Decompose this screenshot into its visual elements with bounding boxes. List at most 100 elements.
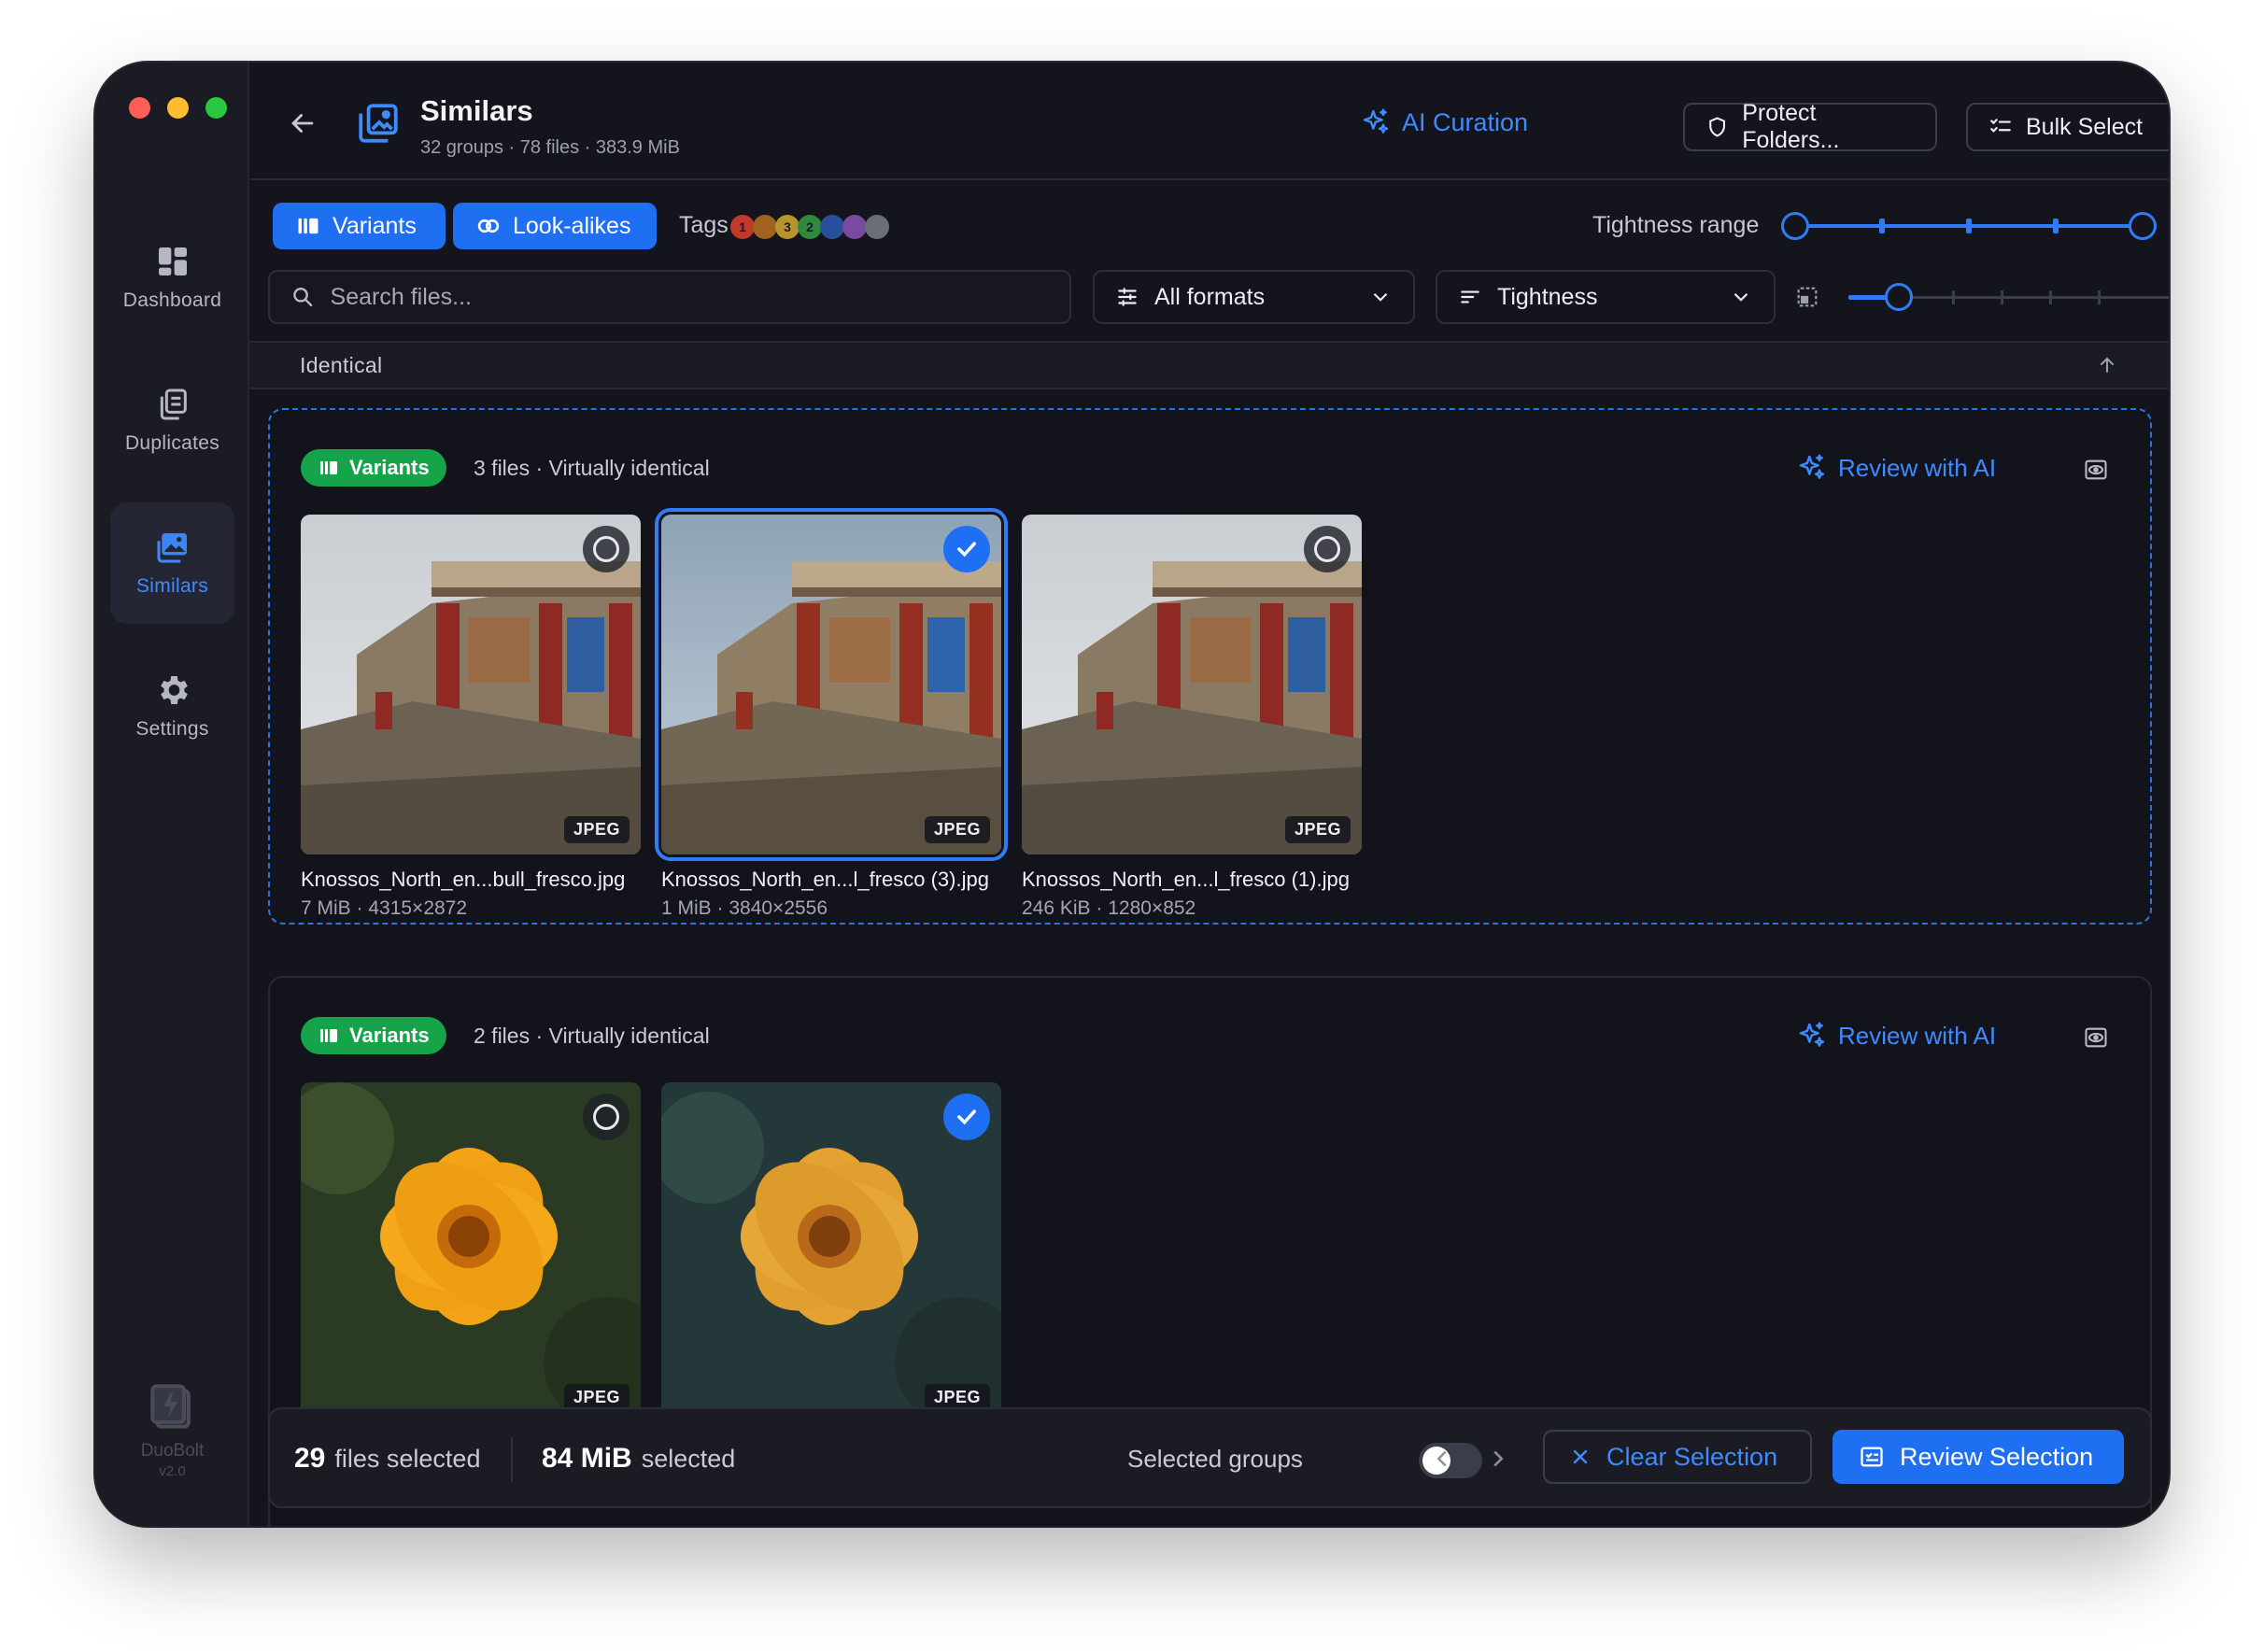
photo-knossos: JPEG (1022, 515, 1362, 854)
file-meta: 246 KiB · 1280×852 (1022, 897, 1196, 919)
arrow-up-icon[interactable] (2096, 354, 2118, 376)
preview-icon[interactable] (2083, 457, 2109, 483)
zoom-tick (2098, 290, 2101, 304)
select-checkbox[interactable] (583, 1094, 630, 1140)
lookalikes-filter-button[interactable]: Look-alikes (453, 203, 657, 249)
file-thumbnail[interactable]: JPEG Knossos_North_en...l_fresco (3).jpg… (655, 508, 1008, 920)
file-thumbnail[interactable]: JPEG Knossos_North_en...l_fresco (1).jpg… (1022, 515, 1362, 920)
tag-color-6[interactable] (842, 215, 867, 239)
bulk-select-label: Bulk Select (2026, 113, 2144, 140)
protect-folders-button[interactable]: Protect Folders... (1683, 100, 1937, 153)
thumbnail-size-handle[interactable] (1885, 283, 1913, 311)
page-subtitle: 32 groups · 78 files · 383.9 MiB (420, 137, 680, 158)
app-brand: DuoBolt v2.0 (95, 1379, 249, 1479)
review-selection-label: Review Selection (1900, 1442, 2094, 1471)
protect-folders-label: Protect Folders... (1742, 100, 1840, 153)
sidebar-item-settings[interactable]: Settings (110, 645, 234, 767)
selection-bar: 29 files selected 84 MiB selected Selected… (268, 1407, 2152, 1508)
format-badge: JPEG (1284, 816, 1351, 843)
zoom-out-icon[interactable] (1794, 284, 1820, 310)
sidebar-item-dashboard[interactable]: Dashboard (110, 217, 234, 338)
file-name: Knossos_North_en...l_fresco (3).jpg (661, 868, 989, 891)
filter-sliders-icon (1118, 288, 1137, 306)
select-checkbox[interactable] (1304, 526, 1351, 572)
maximize-window-button[interactable] (205, 97, 227, 119)
group-badge-label: Variants (349, 456, 430, 479)
sidebar-item-duplicates[interactable]: Duplicates (110, 360, 234, 481)
chevron-down-icon (1373, 292, 1388, 302)
zoom-tick (1952, 290, 1955, 304)
divider (511, 1437, 513, 1482)
tag-color-4[interactable]: 2 (798, 215, 822, 239)
tag-color-7[interactable] (865, 215, 889, 239)
chevron-right-icon[interactable] (1484, 1445, 1512, 1473)
selected-files-count: 29 files selected (294, 1443, 480, 1475)
main-content: Similars 32 groups · 78 files · 383.9 Mi… (249, 63, 2169, 1526)
tightness-range-label: Tightness range (1592, 212, 1760, 238)
tag-color-1[interactable]: 1 (730, 215, 755, 239)
zoom-tick (2001, 290, 2003, 304)
range-tick (1966, 219, 1972, 233)
ai-curation-label: AI Curation (1402, 107, 1529, 136)
chevron-left-icon[interactable] (1428, 1445, 1456, 1473)
checklist-icon (1990, 119, 2011, 133)
review-selection-button[interactable]: Review Selection (1832, 1430, 2124, 1484)
close-window-button[interactable] (129, 97, 150, 119)
section-header-identical[interactable]: Identical (249, 341, 2169, 389)
tag-color-3[interactable]: 3 (775, 215, 799, 239)
shield-icon (1709, 117, 1726, 137)
photo-knossos: JPEG (301, 515, 641, 854)
ai-curation-button[interactable]: AI Curation (1361, 107, 1528, 137)
search-icon (293, 287, 313, 307)
file-meta: 1 MiB · 3840×2556 (661, 897, 828, 919)
select-checkbox[interactable] (943, 526, 990, 572)
back-arrow-icon[interactable] (287, 107, 318, 139)
review-with-ai-button[interactable]: Review with AI (1797, 453, 1996, 483)
sparkle-icon (1799, 1022, 1825, 1047)
photo-knossos: JPEG (655, 508, 1008, 861)
select-checkbox[interactable] (583, 526, 630, 572)
tag-color-5[interactable] (820, 215, 844, 239)
file-name: Knossos_North_en...bull_fresco.jpg (301, 868, 626, 891)
tightness-range-max-handle[interactable] (2129, 212, 2157, 240)
clear-selection-label: Clear Selection (1606, 1442, 1778, 1471)
lookalikes-icon (477, 219, 500, 233)
files-count-value: 29 (294, 1443, 326, 1474)
sparkle-icon (1799, 454, 1825, 479)
sidebar-item-similars[interactable]: Similars (110, 502, 234, 624)
review-list-icon (1861, 1447, 1883, 1467)
group-badge-label: Variants (349, 1024, 430, 1047)
file-thumbnail[interactable]: JPEG Knossos_North_en...bull_fresco.jpg … (301, 515, 641, 920)
photo-flower: JPEG (301, 1082, 641, 1422)
select-checkbox[interactable] (943, 1094, 990, 1140)
header: Similars 32 groups · 78 files · 383.9 Mi… (249, 63, 2169, 180)
format-badge: JPEG (924, 816, 990, 843)
similars-icon (157, 533, 187, 563)
close-icon (1573, 1449, 1588, 1464)
bulk-select-dropdown[interactable]: Bulk Select (1966, 103, 2169, 151)
variants-filter-button[interactable]: Variants (273, 203, 446, 249)
preview-icon[interactable] (2083, 1024, 2109, 1051)
formats-dropdown-label: All formats (1154, 283, 1266, 310)
review-with-ai-label: Review with AI (1838, 1021, 1997, 1050)
tightness-range-min-handle[interactable] (1781, 212, 1809, 240)
review-with-ai-button[interactable]: Review with AI (1797, 1021, 1996, 1051)
formats-dropdown[interactable]: All formats (1093, 270, 1415, 324)
file-thumbnail[interactable]: JPEG (661, 1082, 1001, 1422)
app-window: Dashboard Duplicates Similars Settings D… (95, 63, 2169, 1526)
minimize-window-button[interactable] (167, 97, 189, 119)
tags-label: Tags (679, 212, 729, 238)
sort-dropdown[interactable]: Tightness (1436, 270, 1776, 324)
tag-color-2[interactable] (753, 215, 777, 239)
group-info: 2 files · Virtually identical (474, 1024, 710, 1048)
page-title: Similars (420, 94, 533, 127)
sort-icon (1461, 290, 1479, 304)
search-input[interactable] (330, 283, 1049, 311)
clear-selection-button[interactable]: Clear Selection (1543, 1430, 1812, 1484)
sidebar: Dashboard Duplicates Similars Settings D… (95, 63, 249, 1526)
selected-size: 84 MiB selected (542, 1443, 735, 1475)
file-thumbnail[interactable]: JPEG (301, 1082, 641, 1422)
photo-flower: JPEG (661, 1082, 1001, 1422)
duplicates-icon (160, 388, 187, 420)
dashboard-icon (158, 247, 187, 275)
